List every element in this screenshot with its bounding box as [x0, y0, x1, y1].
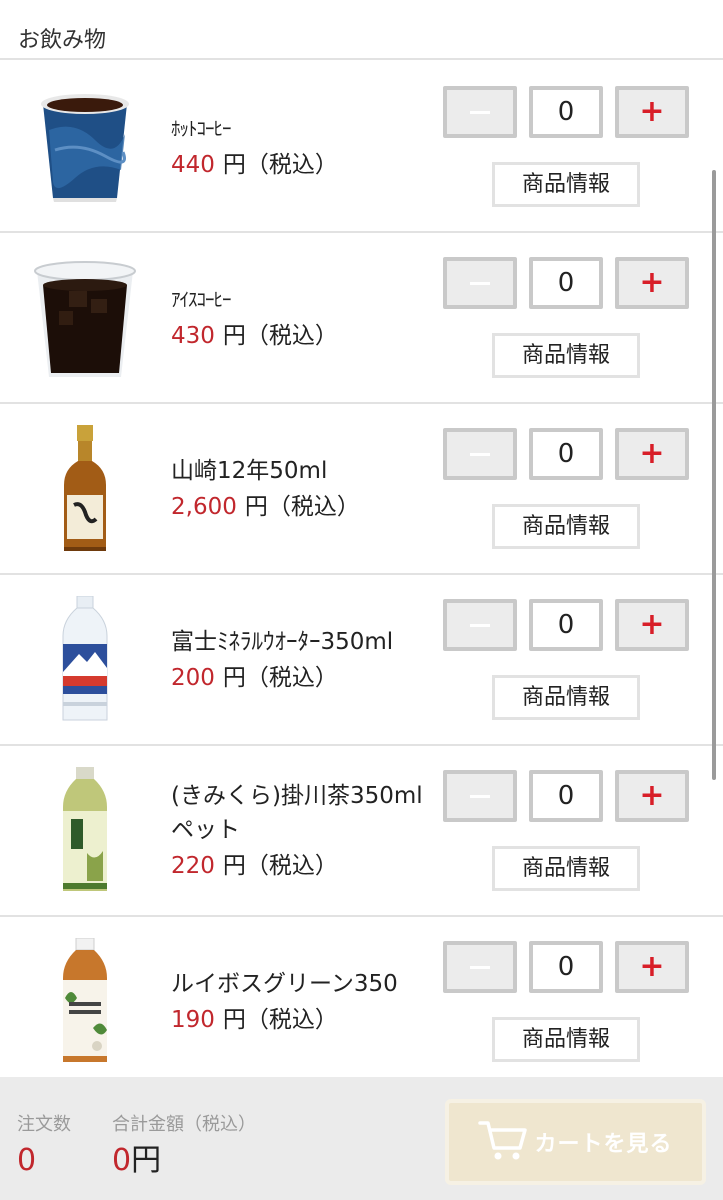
plus-icon: +	[639, 94, 665, 129]
product-name: (きみくら)掛川茶350mlペット	[171, 783, 423, 843]
price-value: 220	[171, 853, 215, 879]
view-cart-button[interactable]: カートを見る	[445, 1099, 706, 1185]
product-row: (きみくら)掛川茶350mlペット 220 円（税込） 0 + 商品情報	[0, 746, 723, 917]
product-name: 富士ﾐﾈﾗﾙｳｵｰﾀｰ350ml	[171, 629, 394, 655]
product-info-button[interactable]: 商品情報	[492, 1017, 640, 1062]
price-suffix: 円（税込）	[244, 494, 360, 520]
quantity-minus-button[interactable]	[443, 86, 517, 138]
minus-icon	[470, 623, 490, 627]
quantity-field[interactable]: 0	[529, 257, 603, 309]
product-info: 山崎12年50ml 2,600 円（税込）	[171, 454, 436, 524]
minus-icon	[470, 110, 490, 114]
total-amount-number: 0	[112, 1143, 132, 1178]
plus-icon: +	[639, 949, 665, 984]
quantity-minus-button[interactable]	[443, 941, 517, 993]
product-info-button[interactable]: 商品情報	[492, 504, 640, 549]
minus-icon	[470, 965, 490, 969]
price-value: 2,600	[171, 494, 237, 520]
total-amount-label: 合計金額（税込）	[112, 1114, 256, 1135]
order-footer: 注文数 合計金額（税込） 0 0円 カートを見る	[0, 1077, 723, 1200]
product-info: ﾎｯﾄｺｰﾋｰ 440 円（税込）	[171, 112, 436, 182]
product-info-button[interactable]: 商品情報	[492, 675, 640, 720]
total-amount-unit: 円	[131, 1143, 162, 1178]
quantity-plus-button[interactable]: +	[615, 428, 689, 480]
price-suffix: 円（税込）	[222, 152, 338, 178]
product-info-button[interactable]: 商品情報	[492, 846, 640, 891]
plus-icon: +	[639, 265, 665, 300]
quantity-minus-button[interactable]	[443, 257, 517, 309]
product-row: 山崎12年50ml 2,600 円（税込） 0 + 商品情報	[0, 404, 723, 575]
quantity-field[interactable]: 0	[529, 941, 603, 993]
view-cart-label: カートを見る	[534, 1132, 673, 1157]
quantity-minus-button[interactable]	[443, 599, 517, 651]
whisky-bottle-image	[20, 422, 150, 557]
price-value: 200	[171, 665, 215, 691]
product-info: 富士ﾐﾈﾗﾙｳｵｰﾀｰ350ml 200 円（税込）	[171, 625, 436, 695]
price-suffix: 円（税込）	[222, 1007, 338, 1033]
product-info-button[interactable]: 商品情報	[492, 162, 640, 207]
product-info: ルイボスグリーン350 190 円（税込）	[171, 967, 436, 1037]
category-title: お飲み物	[18, 28, 107, 53]
iced-coffee-image	[20, 251, 150, 386]
scrollbar-thumb[interactable]	[712, 170, 716, 780]
cart-icon	[478, 1118, 528, 1166]
product-info: ｱｲｽｺｰﾋｰ 430 円（税込）	[171, 283, 436, 353]
minus-icon	[470, 794, 490, 798]
product-name: ルイボスグリーン350	[171, 971, 398, 997]
product-row: ルイボスグリーン350 190 円（税込） 0 + 商品情報	[0, 917, 723, 1088]
total-amount-value: 0円	[112, 1143, 161, 1179]
price-suffix: 円（税込）	[222, 665, 338, 691]
quantity-minus-button[interactable]	[443, 770, 517, 822]
quantity-plus-button[interactable]: +	[615, 86, 689, 138]
quantity-plus-button[interactable]: +	[615, 770, 689, 822]
product-row: ｱｲｽｺｰﾋｰ 430 円（税込） 0 + 商品情報	[0, 233, 723, 404]
quantity-field[interactable]: 0	[529, 599, 603, 651]
quantity-plus-button[interactable]: +	[615, 941, 689, 993]
product-list: ﾎｯﾄｺｰﾋｰ 440 円（税込） 0 + 商品情報 ｱｲｽｺｰﾋｰ 430 円…	[0, 62, 723, 1088]
plus-icon: +	[639, 436, 665, 471]
product-name: 山崎12年50ml	[171, 458, 328, 484]
price-value: 190	[171, 1007, 215, 1033]
water-bottle-image	[20, 593, 150, 728]
price-suffix: 円（税込）	[222, 853, 338, 879]
minus-icon	[470, 452, 490, 456]
minus-icon	[470, 281, 490, 285]
price-value: 430	[171, 323, 215, 349]
rooibos-bottle-image	[20, 935, 150, 1070]
quantity-field[interactable]: 0	[529, 86, 603, 138]
hot-coffee-image	[20, 80, 150, 215]
product-price: 440 円（税込）	[171, 148, 436, 182]
order-count-value: 0	[17, 1143, 37, 1178]
product-price: 430 円（税込）	[171, 319, 436, 353]
quantity-field[interactable]: 0	[529, 770, 603, 822]
product-name: ｱｲｽｺｰﾋｰ	[171, 289, 232, 311]
product-price: 2,600 円（税込）	[171, 490, 436, 524]
plus-icon: +	[639, 778, 665, 813]
quantity-field[interactable]: 0	[529, 428, 603, 480]
tea-bottle-image	[20, 764, 150, 899]
quantity-plus-button[interactable]: +	[615, 257, 689, 309]
price-suffix: 円（税込）	[222, 323, 338, 349]
plus-icon: +	[639, 607, 665, 642]
quantity-minus-button[interactable]	[443, 428, 517, 480]
product-info-button[interactable]: 商品情報	[492, 333, 640, 378]
product-name: ﾎｯﾄｺｰﾋｰ	[171, 118, 232, 140]
product-price: 220 円（税込）	[171, 849, 436, 883]
product-row: 富士ﾐﾈﾗﾙｳｵｰﾀｰ350ml 200 円（税込） 0 + 商品情報	[0, 575, 723, 746]
quantity-plus-button[interactable]: +	[615, 599, 689, 651]
price-value: 440	[171, 152, 215, 178]
product-row: ﾎｯﾄｺｰﾋｰ 440 円（税込） 0 + 商品情報	[0, 62, 723, 233]
order-count-label: 注文数	[17, 1114, 71, 1135]
product-info: (きみくら)掛川茶350mlペット 220 円（税込）	[171, 779, 436, 883]
category-header: お飲み物	[0, 0, 723, 60]
product-price: 200 円（税込）	[171, 661, 436, 695]
product-price: 190 円（税込）	[171, 1003, 436, 1037]
